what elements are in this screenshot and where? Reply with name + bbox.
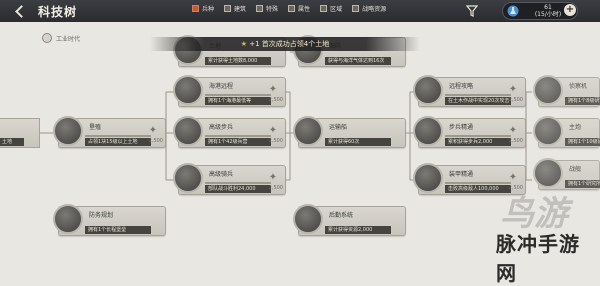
lock-icon: ✦	[508, 84, 518, 95]
tech-card[interactable]: 主炮 拥有1个10级研究	[533, 116, 600, 148]
tech-card[interactable]: 高级步兵 拥有1个42级兵营 ✦ 2,500	[173, 116, 286, 148]
tech-icon	[413, 163, 443, 193]
lock-icon: ✦	[268, 125, 278, 136]
tech-card[interactable]: 运输船 累计获得60次	[293, 116, 406, 148]
lock-icon: ✦	[148, 125, 158, 136]
tech-card-partial[interactable]: 土地	[0, 118, 40, 148]
tech-card[interactable]: 步兵精通 累积获得步兵2,000 ✦ 2,500	[413, 116, 526, 148]
achievement-toast: ★ +1 首次成功占领4个土地	[150, 37, 420, 51]
progress-bar	[445, 135, 511, 137]
lock-icon: ✦	[508, 172, 518, 183]
lock-icon: ✦	[268, 84, 278, 95]
tech-card[interactable]: 后勤系统 累计获得资源2,000	[293, 204, 406, 236]
tech-card[interactable]: 防务规划 拥有1个长程堡垒	[53, 204, 166, 236]
progress-bar	[445, 94, 511, 96]
tech-icon	[533, 158, 563, 188]
lock-icon: ✦	[268, 172, 278, 183]
tech-icon	[53, 204, 83, 234]
progress-bar	[445, 182, 511, 184]
progress-bar	[205, 182, 271, 184]
tech-card[interactable]: 侦察机 拥有1个8级研究所	[533, 75, 600, 107]
tech-card[interactable]: 高级骑兵 部队战斗胜利24,000 ✦ 2,500	[173, 163, 286, 195]
watermark: 脉冲手游网	[496, 232, 580, 285]
tech-card[interactable]: 海港远程 拥有1个海港最低等 ✦ 2,500	[173, 75, 286, 107]
tech-icon	[413, 116, 443, 146]
tech-icon	[533, 116, 563, 146]
tech-icon	[173, 75, 203, 105]
tech-icon	[533, 75, 563, 105]
progress-bar	[85, 135, 151, 137]
star-icon: ★	[240, 40, 248, 48]
tech-card[interactable]: 远程攻略 在土木作战中实现20次攻击 ✦ 2,500	[413, 75, 526, 107]
tech-icon	[293, 204, 323, 234]
progress-bar	[205, 135, 271, 137]
tech-icon	[413, 75, 443, 105]
lock-icon: ✦	[508, 125, 518, 136]
tech-card[interactable]: 垦殖 占领1块15级以上土地 ✦ 2,500	[53, 116, 166, 148]
progress-bar	[205, 94, 271, 96]
tech-icon	[173, 116, 203, 146]
tech-icon	[293, 116, 323, 146]
tech-icon	[173, 163, 203, 193]
tech-icon	[53, 116, 83, 146]
